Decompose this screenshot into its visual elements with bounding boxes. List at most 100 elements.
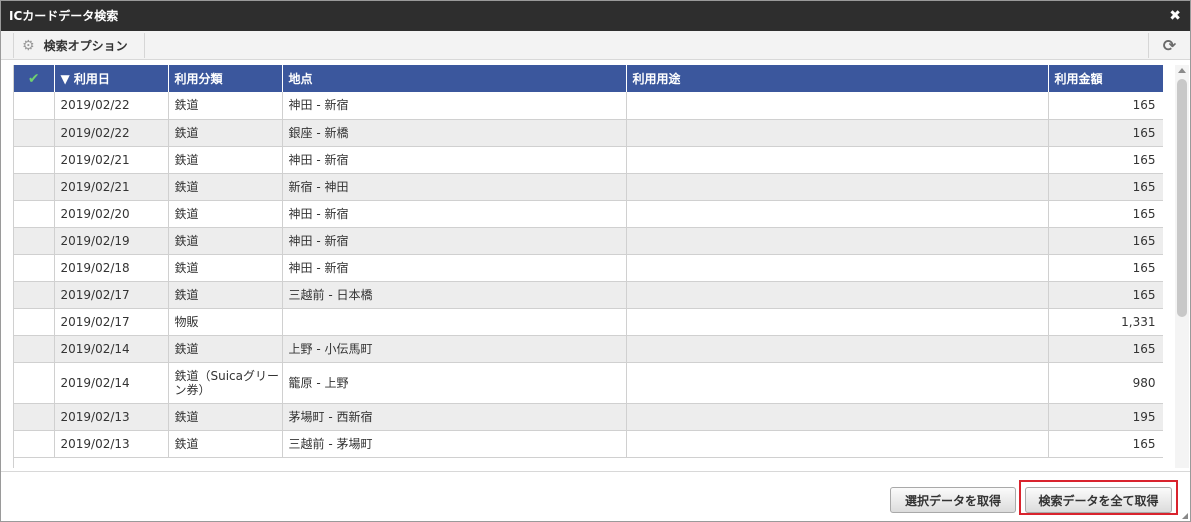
cell-amount: 165 [1048, 227, 1163, 255]
table-row[interactable]: 2019/02/14 鉄道（Suicaグリーン券） 籠原 - 上野 980 [14, 362, 1163, 404]
column-header-purpose[interactable]: 利用用途 [626, 65, 1049, 92]
cell-date: 2019/02/21 [54, 146, 169, 174]
cell-amount: 165 [1048, 119, 1163, 147]
cell-location [282, 308, 627, 336]
cell-location: 神田 - 新宿 [282, 227, 627, 255]
column-header-date[interactable]: ▼ 利用日 [54, 65, 169, 92]
footer: 選択データを取得 検索データを全て取得 [1, 471, 1190, 521]
column-header-amount[interactable]: 利用金額 [1048, 65, 1163, 92]
scroll-up-icon[interactable] [1178, 68, 1186, 73]
table-row[interactable]: 2019/02/17 物販 1,331 [14, 308, 1163, 336]
cell-category: 物販 [168, 308, 283, 336]
close-icon[interactable]: ✖ [1169, 1, 1181, 31]
cell-purpose [626, 281, 1049, 309]
cell-location: 神田 - 新宿 [282, 254, 627, 282]
row-checkbox-cell[interactable] [14, 227, 55, 255]
table-row[interactable]: 2019/02/17 鉄道 三越前 - 日本橋 165 [14, 281, 1163, 309]
cell-category: 鉄道 [168, 119, 283, 147]
table-row[interactable]: 2019/02/22 鉄道 神田 - 新宿 165 [14, 92, 1163, 120]
cell-date: 2019/02/17 [54, 281, 169, 309]
cell-date: 2019/02/22 [54, 119, 169, 147]
cell-date: 2019/02/20 [54, 200, 169, 228]
cell-purpose [626, 335, 1049, 363]
cell-date: 2019/02/18 [54, 254, 169, 282]
cell-purpose [626, 119, 1049, 147]
get-selected-data-button[interactable]: 選択データを取得 [890, 487, 1016, 513]
cell-location: 籠原 - 上野 [282, 362, 627, 404]
row-checkbox-cell[interactable] [14, 308, 55, 336]
cell-location: 神田 - 新宿 [282, 146, 627, 174]
cell-amount: 980 [1048, 362, 1163, 404]
column-header-location[interactable]: 地点 [282, 65, 627, 92]
table-row[interactable]: 2019/02/20 鉄道 神田 - 新宿 165 [14, 200, 1163, 228]
row-checkbox-cell[interactable] [14, 173, 55, 201]
cell-amount: 165 [1048, 200, 1163, 228]
cell-category: 鉄道 [168, 254, 283, 282]
vertical-scrollbar[interactable] [1175, 65, 1189, 468]
cell-location: 上野 - 小伝馬町 [282, 335, 627, 363]
cell-purpose [626, 403, 1049, 431]
cell-date: 2019/02/19 [54, 227, 169, 255]
cell-category: 鉄道 [168, 403, 283, 431]
cell-date: 2019/02/17 [54, 308, 169, 336]
row-checkbox-cell[interactable] [14, 254, 55, 282]
row-checkbox-cell[interactable] [14, 146, 55, 174]
table-row[interactable]: 2019/02/13 鉄道 三越前 - 茅場町 165 [14, 430, 1163, 458]
cell-amount: 165 [1048, 173, 1163, 201]
row-checkbox-cell[interactable] [14, 335, 55, 363]
ic-card-search-dialog: ICカードデータ検索 ✖ ⚙ 検索オプション ⟳ ✔ ▼ 利用日 利用分類 地点… [0, 0, 1191, 522]
table-row[interactable]: 2019/02/21 鉄道 新宿 - 神田 165 [14, 173, 1163, 201]
cell-category: 鉄道 [168, 335, 283, 363]
scrollbar-thumb[interactable] [1177, 79, 1187, 317]
cell-purpose [626, 92, 1049, 120]
cell-location: 茅場町 - 西新宿 [282, 403, 627, 431]
search-options-button[interactable]: ⚙ 検索オプション [13, 33, 145, 58]
row-checkbox-cell[interactable] [14, 362, 55, 404]
select-all-check-icon[interactable]: ✔ [14, 65, 55, 92]
cell-purpose [626, 146, 1049, 174]
cell-category: 鉄道 [168, 430, 283, 458]
window-titlebar: ICカードデータ検索 ✖ [1, 1, 1190, 31]
cell-amount: 195 [1048, 403, 1163, 431]
refresh-icon[interactable]: ⟳ [1148, 33, 1190, 58]
row-checkbox-cell[interactable] [14, 430, 55, 458]
cell-date: 2019/02/13 [54, 430, 169, 458]
results-grid: ✔ ▼ 利用日 利用分類 地点 利用用途 利用金額 2019/02/22 鉄道 神田… [13, 65, 1163, 468]
cell-category: 鉄道 [168, 173, 283, 201]
row-checkbox-cell[interactable] [14, 403, 55, 431]
cell-category: 鉄道 [168, 92, 283, 120]
table-row[interactable]: 2019/02/22 鉄道 銀座 - 新橋 165 [14, 119, 1163, 147]
cell-purpose [626, 173, 1049, 201]
cell-category: 鉄道 [168, 227, 283, 255]
cell-category: 鉄道 [168, 281, 283, 309]
cell-purpose [626, 308, 1049, 336]
table-row[interactable]: 2019/02/19 鉄道 神田 - 新宿 165 [14, 227, 1163, 255]
table-row[interactable]: 2019/02/18 鉄道 神田 - 新宿 165 [14, 254, 1163, 282]
search-options-label: 検索オプション [43, 39, 128, 53]
table-row[interactable]: 2019/02/13 鉄道 茅場町 - 西新宿 195 [14, 403, 1163, 431]
row-checkbox-cell[interactable] [14, 92, 55, 120]
table-row[interactable]: 2019/02/14 鉄道 上野 - 小伝馬町 165 [14, 335, 1163, 363]
cell-location: 神田 - 新宿 [282, 200, 627, 228]
window-title: ICカードデータ検索 [9, 9, 119, 23]
row-checkbox-cell[interactable] [14, 200, 55, 228]
row-checkbox-cell[interactable] [14, 119, 55, 147]
cell-date: 2019/02/14 [54, 335, 169, 363]
row-checkbox-cell[interactable] [14, 281, 55, 309]
cell-amount: 165 [1048, 146, 1163, 174]
cell-purpose [626, 430, 1049, 458]
resize-grip-icon[interactable] [1182, 513, 1188, 519]
cell-amount: 165 [1048, 254, 1163, 282]
toolbar: ⚙ 検索オプション ⟳ [1, 31, 1190, 60]
table-row[interactable]: 2019/02/21 鉄道 神田 - 新宿 165 [14, 146, 1163, 174]
cell-category: 鉄道 [168, 200, 283, 228]
cell-date: 2019/02/14 [54, 362, 169, 404]
cell-amount: 1,331 [1048, 308, 1163, 336]
cell-amount: 165 [1048, 335, 1163, 363]
cell-category: 鉄道（Suicaグリーン券） [168, 362, 283, 404]
cell-amount: 165 [1048, 430, 1163, 458]
column-header-category[interactable]: 利用分類 [168, 65, 283, 92]
cell-purpose [626, 362, 1049, 404]
cell-date: 2019/02/21 [54, 173, 169, 201]
cell-purpose [626, 200, 1049, 228]
